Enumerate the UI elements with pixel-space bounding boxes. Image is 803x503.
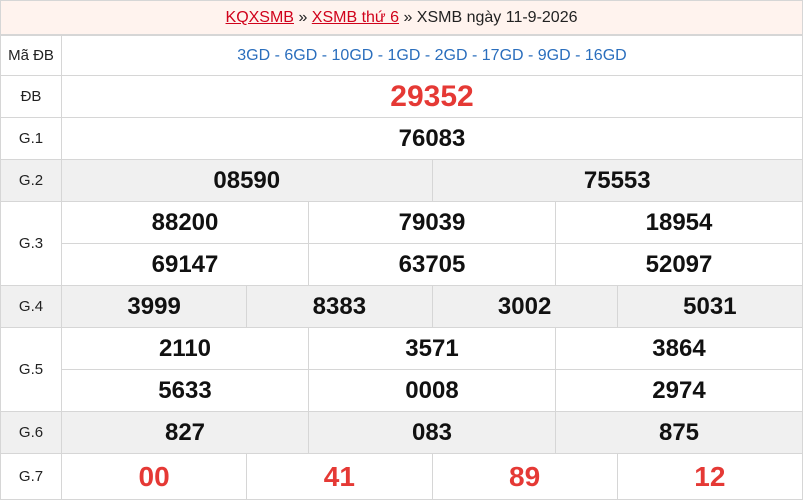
prize-number: 63705	[308, 243, 556, 286]
label-g4: G.4	[0, 285, 62, 328]
prize-number: 08590	[61, 159, 433, 202]
prize-number: 3002	[431, 285, 618, 328]
results-page: KQXSMB » XSMB thứ 6 » XSMB ngày 11-9-202…	[0, 0, 803, 503]
results-table: Mã ĐB 3GD - 6GD - 10GD - 1GD - 2GD - 17G…	[0, 35, 803, 500]
row-g7: G.7 00 41 89 12	[0, 453, 803, 500]
prize-number: 89	[431, 453, 618, 500]
row-ma-db: Mã ĐB 3GD - 6GD - 10GD - 1GD - 2GD - 17G…	[0, 35, 803, 76]
special-prize-number: 29352	[61, 75, 803, 118]
row-g6: G.6 827 083 875	[0, 411, 803, 454]
prize-number: 875	[555, 411, 803, 454]
label-g1: G.1	[0, 117, 62, 160]
label-ma-db: Mã ĐB	[0, 35, 62, 76]
row-g4: G.4 3999 8383 3002 5031	[0, 285, 803, 328]
prize-number: 0008	[308, 369, 556, 412]
prize-number: 52097	[555, 243, 803, 286]
prize-number: 2110	[61, 327, 309, 370]
prize-number: 2974	[555, 369, 803, 412]
prize-number: 3571	[308, 327, 556, 370]
prize-number: 76083	[61, 117, 803, 160]
breadcrumb-link-kqxsmb[interactable]: KQXSMB	[226, 9, 294, 26]
prize-number: 3999	[60, 285, 248, 328]
prize-number: 5031	[616, 285, 803, 328]
label-g2: G.2	[0, 159, 62, 202]
prize-number: 5633	[61, 369, 309, 412]
prize-number: 79039	[308, 201, 556, 244]
breadcrumb-separator: »	[403, 9, 413, 26]
prize-number: 12	[616, 453, 803, 500]
prize-number: 083	[308, 411, 556, 454]
prize-number: 69147	[61, 243, 309, 286]
prize-number: 41	[246, 453, 433, 500]
label-g7: G.7	[0, 453, 62, 500]
prize-number: 88200	[61, 201, 309, 244]
breadcrumb: KQXSMB » XSMB thứ 6 » XSMB ngày 11-9-202…	[0, 0, 803, 35]
prize-number: 18954	[555, 201, 803, 244]
prize-number: 00	[60, 453, 248, 500]
row-g1: G.1 76083	[0, 117, 803, 160]
label-g3: G.3	[0, 201, 62, 286]
label-db: ĐB	[0, 75, 62, 118]
row-g2: G.2 08590 75553	[0, 159, 803, 202]
prize-number: 827	[61, 411, 309, 454]
row-g5a: G.5 2110 3571 3864	[0, 327, 803, 412]
breadcrumb-link-xsmb-thu-6[interactable]: XSMB thứ 6	[312, 9, 399, 26]
prize-number: 75553	[431, 159, 803, 202]
breadcrumb-current: XSMB ngày 11-9-2026	[416, 9, 578, 26]
row-db: ĐB 29352	[0, 75, 803, 118]
row-g3b: 69147 63705 52097	[1, 243, 803, 286]
prize-number: 8383	[246, 285, 433, 328]
label-g5: G.5	[0, 327, 62, 412]
row-g5b: 5633 0008 2974	[1, 369, 803, 412]
row-g3a: G.3 88200 79039 18954	[0, 201, 803, 286]
special-codes: 3GD - 6GD - 10GD - 1GD - 2GD - 17GD - 9G…	[61, 35, 803, 76]
breadcrumb-separator: »	[298, 9, 308, 26]
prize-number: 3864	[555, 327, 803, 370]
label-g6: G.6	[0, 411, 62, 454]
